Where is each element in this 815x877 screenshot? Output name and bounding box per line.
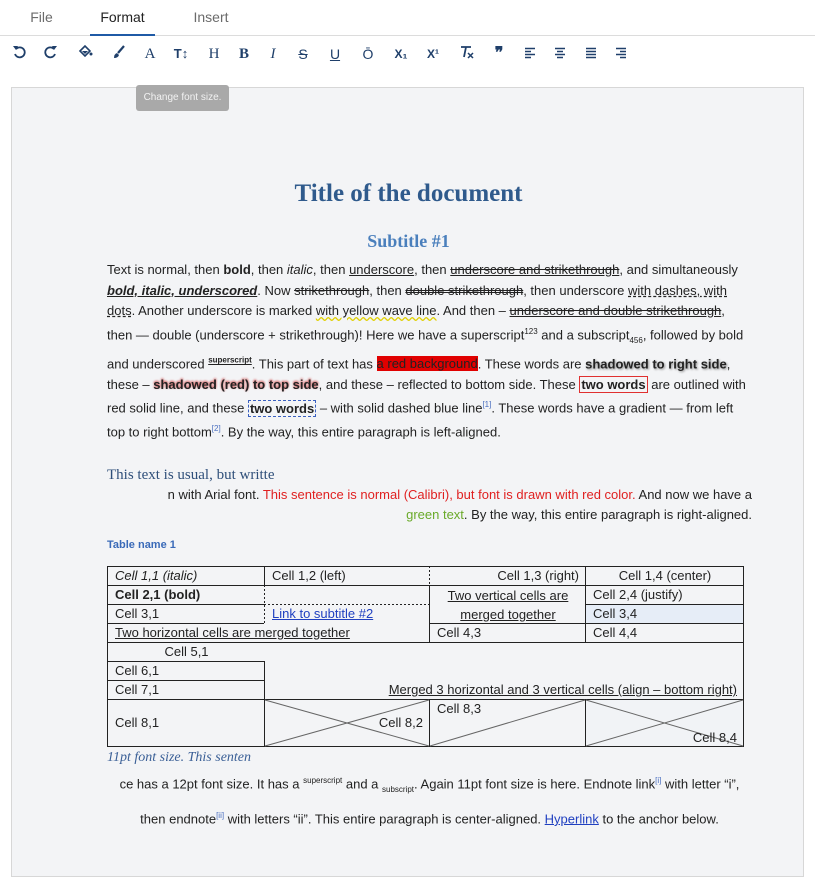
underline-icon[interactable]: U xyxy=(324,43,346,65)
table-cell[interactable]: Link to subtitle #2 xyxy=(265,605,430,623)
table-caption: Table name 1 xyxy=(107,539,176,551)
table-cell[interactable]: Cell 4,4 xyxy=(586,624,744,642)
tab-file[interactable]: File xyxy=(14,0,69,36)
format-toolbar: A T↕ H B I S U Ō X₁ X¹ ❞ xyxy=(0,37,815,71)
table-cell[interactable]: Cell 1,4 (center) xyxy=(586,567,744,585)
table-cell[interactable]: Cell 4,3 xyxy=(430,624,586,642)
strikethrough-icon[interactable]: S xyxy=(292,43,314,65)
redo-icon[interactable] xyxy=(40,43,62,65)
fill-color-icon[interactable] xyxy=(74,43,96,65)
overline-icon[interactable]: Ō xyxy=(357,43,379,65)
footnote-ref-2[interactable]: [2] xyxy=(212,424,221,433)
bold-icon[interactable]: B xyxy=(233,43,255,65)
clear-format-icon[interactable] xyxy=(456,43,478,65)
table-cell[interactable]: Cell 5,1 xyxy=(108,643,265,661)
heading-icon[interactable]: H xyxy=(203,43,225,65)
menu-tabs: File Format Insert xyxy=(0,0,815,36)
italic-icon[interactable]: I xyxy=(262,43,284,65)
link-subtitle-2[interactable]: Link to subtitle #2 xyxy=(272,606,373,621)
table-cell[interactable]: Cell 8,3 xyxy=(430,700,586,718)
table-cell[interactable]: Cell 2,4 (justify) xyxy=(586,586,744,604)
left-aligned-paragraph: Text is normal, then bold, then italic, … xyxy=(107,262,746,440)
table-cell[interactable]: Cell 8,1 xyxy=(108,714,265,732)
superscript-icon[interactable]: X¹ xyxy=(422,43,444,65)
table-cell[interactable]: Cell 1,1 (italic) xyxy=(108,567,265,585)
right-aligned-paragraph: This text is usual, but writte n with Ar… xyxy=(107,467,752,522)
align-center-icon[interactable] xyxy=(549,43,571,65)
subscript-icon[interactable]: X₁ xyxy=(390,43,412,65)
tab-insert[interactable]: Insert xyxy=(180,0,242,36)
table-cell[interactable]: Cell 7,1 xyxy=(108,681,265,699)
tooltip: Change font size. xyxy=(136,85,229,111)
table-cell[interactable]: Cell 6,1 xyxy=(108,662,265,680)
table-cell-merged-horizontal[interactable]: Two horizontal cells are merged together xyxy=(108,624,430,642)
outlined-words: two words xyxy=(579,375,648,393)
font-size-icon[interactable]: T↕ xyxy=(170,43,192,65)
font-icon[interactable]: A xyxy=(139,43,161,65)
hyperlink[interactable]: Hyperlink xyxy=(545,811,599,826)
center-aligned-paragraph: 11pt font size. This senten ce has a 12p… xyxy=(107,750,740,827)
endnote-ref-ii[interactable]: [ii] xyxy=(216,811,224,820)
dashed-outlined-words: two words xyxy=(247,399,317,417)
table-cell[interactable]: Cell 1,2 (left) xyxy=(265,567,430,585)
brush-icon[interactable] xyxy=(108,43,130,65)
table-cell-merged-vertical[interactable]: Two vertical cells are merged together xyxy=(430,586,586,624)
align-right-icon[interactable] xyxy=(610,43,632,65)
table-cell[interactable]: Cell 3,1 xyxy=(108,605,265,623)
table-cell[interactable]: Cell 8,4 xyxy=(586,729,744,747)
align-justify-icon[interactable] xyxy=(580,43,602,65)
table-cell[interactable]: Cell 2,1 (bold) xyxy=(108,586,265,604)
document-page[interactable]: Title of the document Subtitle #1 Text i… xyxy=(11,87,804,877)
table-cell[interactable]: Cell 8,2 xyxy=(265,714,430,732)
table-cell[interactable]: Cell 1,3 (right) xyxy=(430,567,586,585)
tab-format[interactable]: Format xyxy=(90,0,155,36)
document-subtitle: Subtitle #1 xyxy=(367,231,450,251)
red-background-text: a red background xyxy=(376,356,478,372)
undo-icon[interactable] xyxy=(8,43,30,65)
table-cell[interactable]: Cell 3,4 xyxy=(586,605,744,623)
align-left-icon[interactable] xyxy=(519,43,541,65)
document-title: Title of the document xyxy=(294,180,523,207)
table-cell-merged-block[interactable]: Merged 3 horizontal and 3 vertical cells… xyxy=(265,681,744,699)
quote-icon[interactable]: ❞ xyxy=(488,43,510,65)
